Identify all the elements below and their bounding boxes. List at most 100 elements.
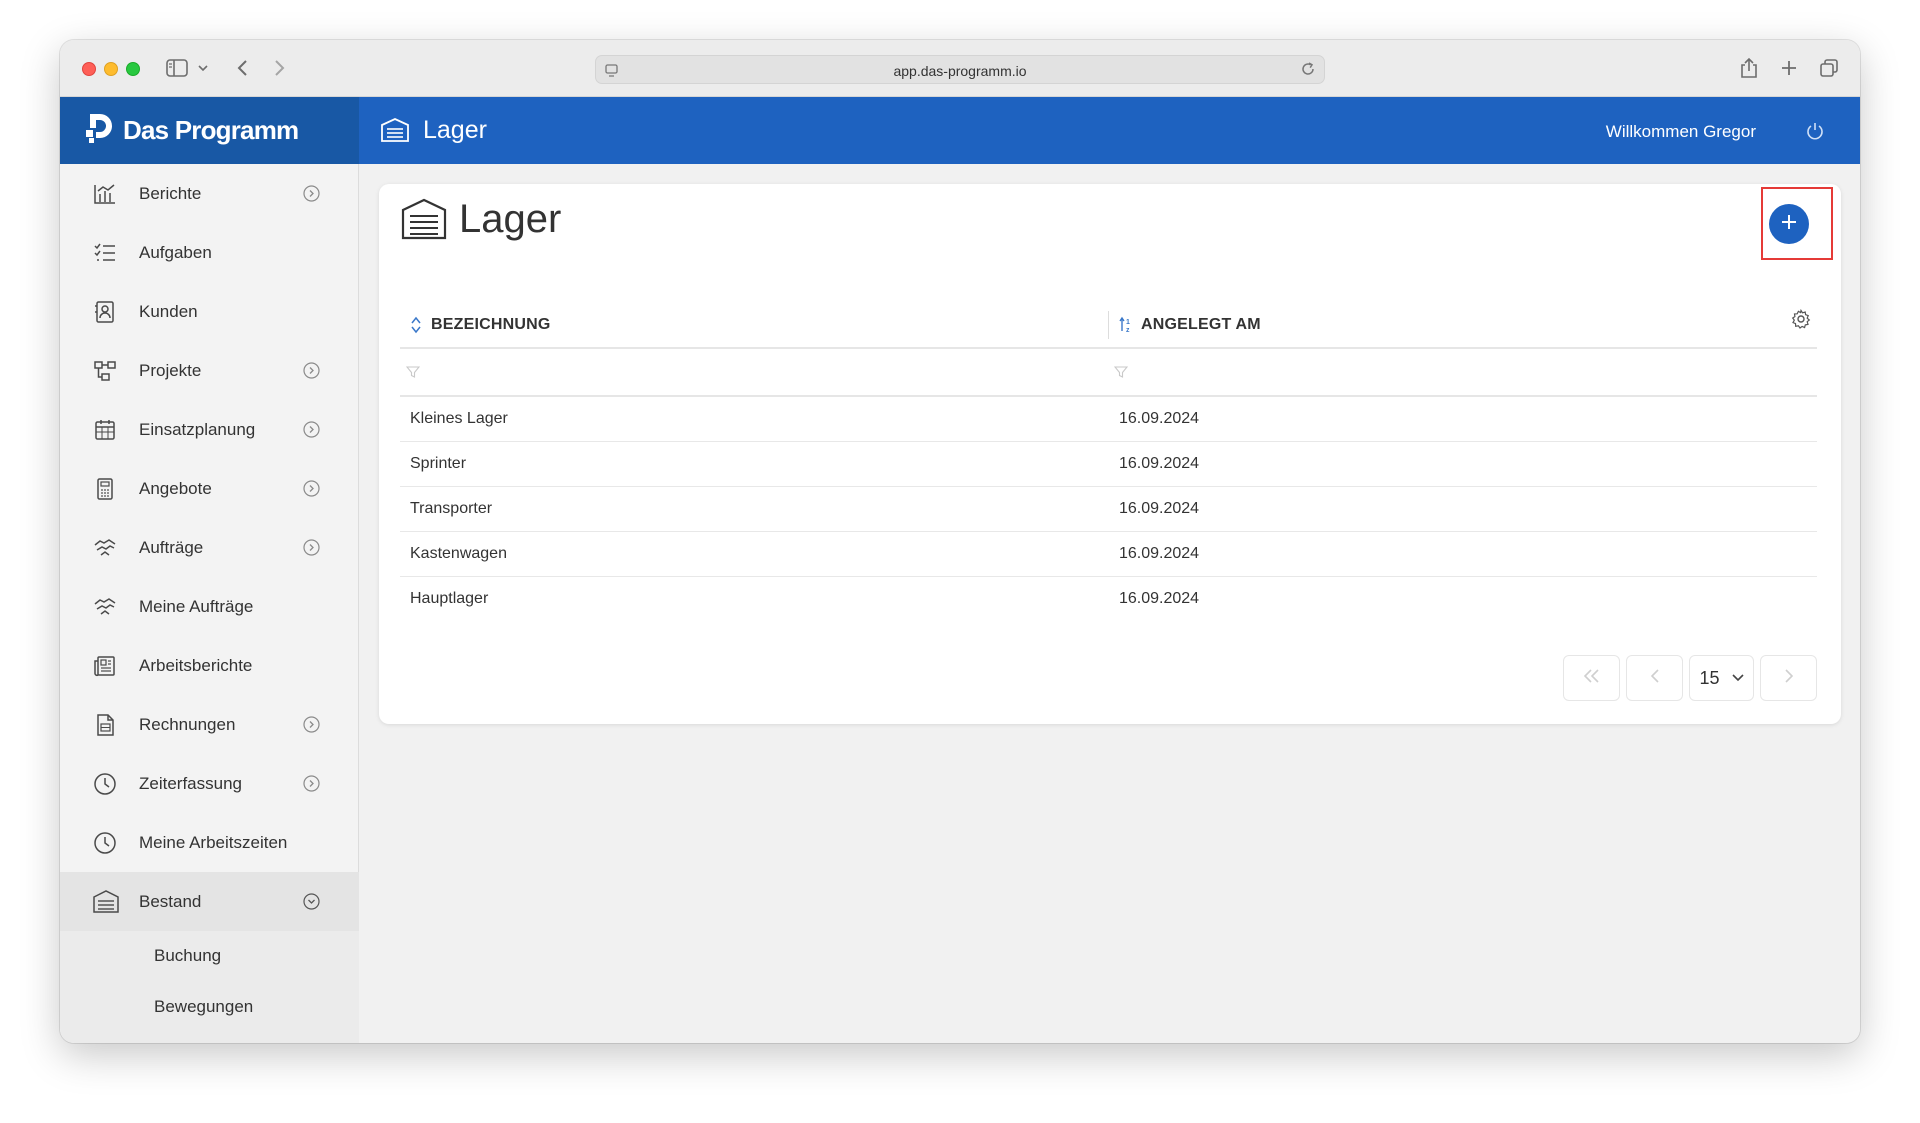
forward-icon[interactable] — [270, 54, 290, 82]
handshake-icon — [93, 536, 117, 560]
cell-angelegt-am: 16.09.2024 — [1119, 410, 1200, 427]
sidebar-item-einsatzplanung[interactable]: Einsatzplanung — [60, 400, 359, 459]
sidebar-item-label: Berichte — [139, 183, 202, 203]
svg-text:z: z — [1126, 327, 1130, 334]
contact-card-icon — [93, 300, 117, 324]
table-header: BEZEICHNUNG 1z ANGELEGT AM — [400, 299, 1817, 349]
table-row[interactable]: Kleines Lager 16.09.2024 — [400, 397, 1817, 442]
sidebar-item-label: Meine Arbeitszeiten — [139, 832, 288, 852]
sidebar-item-bestand[interactable]: Bestand — [60, 872, 359, 931]
cell-bezeichnung: Kastenwagen — [410, 545, 507, 562]
sidebar-item-arbeitsberichte[interactable]: Arbeitsberichte — [60, 636, 359, 695]
browser-titlebar: app.das-programm.io — [60, 40, 1860, 97]
sidebar-item-aufgaben[interactable]: Aufgaben — [60, 223, 359, 282]
double-chevron-left-icon — [1583, 668, 1601, 688]
table-row[interactable]: Transporter 16.09.2024 — [400, 487, 1817, 532]
cell-bezeichnung: Sprinter — [410, 455, 467, 472]
table-row[interactable]: Sprinter 16.09.2024 — [400, 442, 1817, 487]
back-icon[interactable] — [232, 54, 252, 82]
filter-icon[interactable] — [1113, 365, 1129, 384]
chevron-right-icon — [303, 362, 320, 384]
sidebar-item-label: Bestand — [139, 891, 202, 911]
welcome-text: Willkommen Gregor — [1605, 122, 1756, 141]
tab-overview-icon[interactable] — [1818, 54, 1840, 82]
sidebar-item-label: Meine Aufträge — [139, 596, 254, 616]
sort-icon — [410, 316, 422, 334]
chevron-right-icon — [1784, 668, 1794, 688]
chevron-right-icon — [303, 421, 320, 443]
chevron-down-icon[interactable] — [196, 54, 210, 82]
previous-page-button[interactable] — [1626, 655, 1683, 701]
handshake-icon — [93, 595, 117, 619]
page-size-value: 15 — [1699, 667, 1720, 688]
project-tree-icon — [93, 359, 117, 383]
sidebar: Berichte Aufgaben Kunden Projekte Einsat… — [60, 164, 359, 1043]
sidebar-item-projekte[interactable]: Projekte — [60, 341, 359, 400]
warehouse-icon — [93, 890, 119, 914]
column-separator — [1108, 311, 1109, 339]
sidebar-item-auftraege[interactable]: Aufträge — [60, 518, 359, 577]
cell-bezeichnung: Transporter — [410, 500, 493, 517]
cell-angelegt-am: 16.09.2024 — [1119, 500, 1200, 517]
new-tab-icon[interactable] — [1778, 54, 1800, 82]
power-icon[interactable] — [1805, 121, 1825, 146]
filter-icon[interactable] — [405, 365, 421, 384]
close-window-button[interactable] — [82, 62, 96, 76]
logo-icon — [86, 112, 114, 149]
chevron-right-icon — [303, 775, 320, 797]
cell-bezeichnung: Kleines Lager — [410, 410, 508, 427]
lager-card: Lager BEZEICHNUNG 1 z ANGELEGT AM Kleine… — [379, 184, 1841, 724]
table-row[interactable]: Kastenwagen 16.09.2024 — [400, 532, 1817, 577]
table-row[interactable]: Hauptlager 16.09.2024 — [400, 577, 1817, 622]
app-header: Lager Willkommen Gregor — [359, 97, 1860, 164]
reload-icon[interactable] — [1300, 61, 1316, 82]
sidebar-item-label: Einsatzplanung — [139, 419, 256, 439]
cell-angelegt-am: 16.09.2024 — [1119, 455, 1200, 472]
sidebar-subitem-label: Bewegungen — [154, 997, 254, 1016]
sidebar-item-berichte[interactable]: Berichte — [60, 164, 359, 223]
sidebar-item-label: Aufgaben — [139, 242, 212, 262]
chevron-right-icon — [303, 185, 320, 207]
chart-icon — [93, 182, 117, 206]
brand-name: Das Programm — [123, 115, 299, 145]
calculator-icon — [93, 477, 117, 501]
zoom-window-button[interactable] — [126, 62, 140, 76]
sidebar-item-rechnungen[interactable]: Rechnungen — [60, 695, 359, 754]
column-header-angelegt-am[interactable]: 1z ANGELEGT AM — [1119, 316, 1261, 334]
column-header-bezeichnung[interactable]: BEZEICHNUNG — [410, 316, 551, 334]
header-title: Lager — [423, 116, 487, 144]
newspaper-icon — [93, 654, 117, 678]
invoice-icon — [93, 713, 117, 737]
gear-icon[interactable] — [1791, 308, 1811, 334]
chevron-right-icon — [303, 716, 320, 738]
sidebar-item-label: Projekte — [139, 360, 202, 380]
sidebar-subitem-buchung[interactable]: Buchung — [60, 931, 359, 981]
chevron-right-icon — [303, 480, 320, 502]
page-size-select[interactable]: 15 — [1689, 655, 1754, 701]
add-button[interactable] — [1769, 204, 1809, 244]
sidebar-item-label: Rechnungen — [139, 714, 236, 734]
sidebar-subitem-bewegungen[interactable]: Bewegungen — [60, 982, 359, 1032]
sidebar-item-meine-auftraege[interactable]: Meine Aufträge — [60, 577, 359, 636]
next-page-button[interactable] — [1760, 655, 1817, 701]
first-page-button[interactable] — [1563, 655, 1620, 701]
sidebar-toggle-icon[interactable] — [164, 54, 190, 82]
share-icon[interactable] — [1738, 54, 1760, 82]
filter-row — [400, 349, 1817, 397]
sidebar-item-angebote[interactable]: Angebote — [60, 459, 359, 518]
sidebar-item-label: Arbeitsberichte — [139, 655, 253, 675]
sidebar-item-zeiterfassung[interactable]: Zeiterfassung — [60, 754, 359, 813]
column-label: BEZEICHNUNG — [431, 316, 551, 333]
sort-ascending-icon: 1z — [1119, 316, 1134, 334]
sidebar-item-kunden[interactable]: Kunden — [60, 282, 359, 341]
brand-logo-area[interactable]: Das Programm — [60, 97, 359, 164]
clock-icon — [93, 831, 117, 855]
minimize-window-button[interactable] — [104, 62, 118, 76]
sidebar-item-meine-arbeitszeiten[interactable]: Meine Arbeitszeiten — [60, 813, 359, 872]
url-text: app.das-programm.io — [893, 63, 1027, 79]
cell-bezeichnung: Hauptlager — [410, 590, 489, 607]
chevron-down-icon — [303, 893, 320, 915]
address-bar[interactable]: app.das-programm.io — [595, 55, 1325, 84]
warehouse-icon — [380, 117, 410, 148]
sidebar-item-label: Zeiterfassung — [139, 773, 242, 793]
